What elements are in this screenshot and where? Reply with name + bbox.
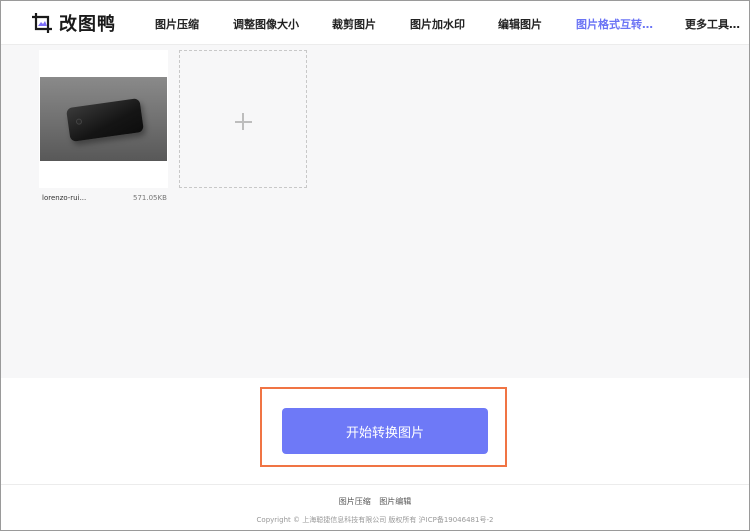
- nav-image-compress[interactable]: 图片压缩: [155, 16, 199, 32]
- top-navbar: 改图鸭 图片压缩 调整图像大小 裁剪图片 图片加水印 编辑图片 图片格式互转… …: [1, 1, 749, 45]
- phone-image: [65, 98, 145, 142]
- file-size: 571.05KB: [133, 194, 167, 202]
- nav-more-tools[interactable]: 更多工具…: [685, 16, 740, 32]
- action-area: 开始转换图片: [1, 378, 749, 484]
- nav-watermark[interactable]: 图片加水印: [410, 16, 465, 32]
- footer-links: 图片压缩 图片编辑: [1, 496, 749, 507]
- image-thumbnail: [40, 77, 167, 161]
- footer-link-edit[interactable]: 图片编辑: [379, 497, 411, 506]
- logo[interactable]: 改图鸭: [31, 10, 116, 36]
- logo-text: 改图鸭: [59, 14, 116, 35]
- start-convert-button[interactable]: 开始转换图片: [282, 408, 488, 454]
- upload-area: lorenzo-rui... 571.05KB: [1, 45, 749, 378]
- crop-image-logo-icon: [31, 12, 53, 34]
- footer-link-compress[interactable]: 图片压缩: [339, 497, 371, 506]
- file-name: lorenzo-rui...: [42, 194, 87, 202]
- nav-resize-image[interactable]: 调整图像大小: [233, 16, 299, 32]
- footer: 图片压缩 图片编辑 Copyright © 上海聪捷信息科技有限公司 版权所有 …: [1, 484, 749, 530]
- nav-edit-image[interactable]: 编辑图片: [498, 16, 542, 32]
- uploaded-image-card[interactable]: [39, 50, 168, 188]
- copyright-text: Copyright © 上海聪捷信息科技有限公司 版权所有 沪ICP备19046…: [256, 516, 494, 524]
- nav-crop-image[interactable]: 裁剪图片: [332, 16, 376, 32]
- add-image-button[interactable]: [179, 50, 307, 188]
- nav-format-convert[interactable]: 图片格式互转…: [576, 16, 653, 32]
